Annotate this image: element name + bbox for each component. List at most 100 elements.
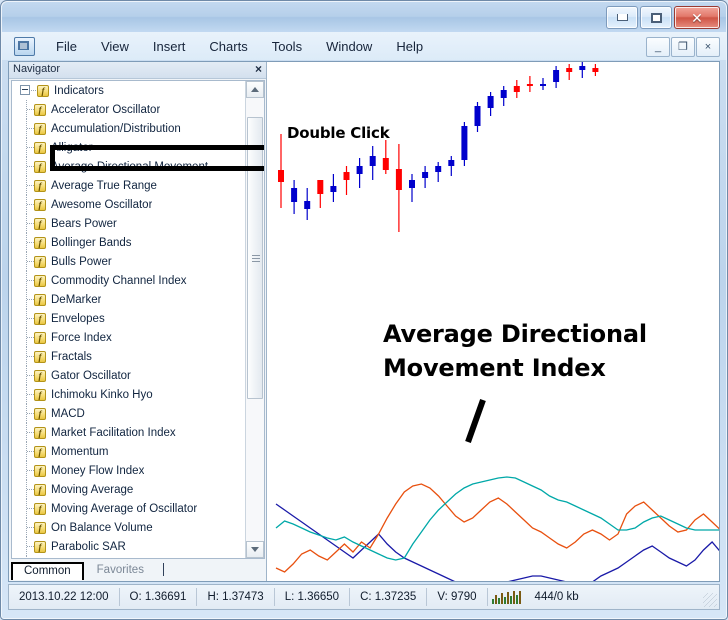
function-icon: f	[34, 256, 46, 268]
tree-scrollbar[interactable]	[245, 81, 264, 558]
tree-item-label: Gator Oscillator	[51, 370, 131, 382]
window-controls: ✕	[606, 6, 720, 29]
collapse-toggle-icon[interactable]	[20, 85, 30, 95]
scroll-up-button[interactable]	[246, 81, 264, 98]
indicator-tree-list: fIndicatorsfAccelerator OscillatorfAccum…	[12, 81, 245, 559]
tree-item-moving-average-of-oscillator[interactable]: fMoving Average of Oscillator	[12, 499, 245, 518]
function-icon: f	[34, 237, 46, 249]
status-divider	[487, 588, 488, 606]
tree-item-parabolic-sar[interactable]: fParabolic SAR	[12, 537, 245, 556]
tree-item-envelopes[interactable]: fEnvelopes	[12, 309, 245, 328]
tree-item-label: Accumulation/Distribution	[51, 123, 181, 135]
tree-item-label: Bulls Power	[51, 256, 112, 268]
resize-grip-icon[interactable]	[703, 593, 717, 607]
navigator-close-icon[interactable]: ×	[255, 62, 262, 77]
tree-item-gator-oscillator[interactable]: f Gator Oscillator	[12, 366, 245, 385]
candlestick-series	[278, 62, 598, 232]
function-icon: f	[34, 389, 46, 401]
tree-item-average-true-range[interactable]: fAverage True Range	[12, 176, 245, 195]
navigator-header: Navigator ×	[9, 62, 266, 79]
navigator-tabs: Common Favorites	[11, 560, 265, 580]
tree-root-label: Indicators	[54, 85, 104, 97]
menu-item-view[interactable]: View	[90, 36, 140, 57]
scrollbar-thumb[interactable]	[247, 117, 263, 399]
window-title-bar: ✕	[2, 2, 726, 32]
close-button[interactable]: ✕	[674, 6, 720, 29]
tree-item-demarker[interactable]: fDeMarker	[12, 290, 245, 309]
function-icon: f	[34, 294, 46, 306]
tab-common[interactable]: Common	[11, 562, 84, 580]
client-area: Navigator × f Indicators fAccelerator Osci…	[8, 61, 720, 582]
menu-item-tools[interactable]: Tools	[261, 36, 313, 57]
menu-item-charts[interactable]: Charts	[198, 36, 258, 57]
function-icon: f	[34, 503, 46, 515]
tree-item-label: Money Flow Index	[51, 465, 144, 477]
tree-item-accumulation-distribution[interactable]: f Accumulation/Distribution	[12, 119, 245, 138]
function-icon: f	[34, 541, 46, 553]
function-icon: f	[34, 123, 46, 135]
status-transfer: 444/0 kb	[525, 588, 589, 606]
function-icon: f	[34, 370, 46, 382]
tree-item-label: On Balance Volume	[51, 522, 153, 534]
minimize-button[interactable]	[606, 6, 638, 29]
mdi-minimize-button[interactable]: _	[646, 37, 670, 57]
status-close: C: 1.37235	[350, 588, 426, 606]
close-icon: ✕	[691, 11, 703, 25]
function-icon: f	[34, 142, 46, 154]
adx-line	[276, 477, 719, 560]
indicator-tree[interactable]: fIndicatorsfAccelerator OscillatorfAccum…	[11, 80, 265, 559]
tree-item-relative-strength-index[interactable]: fRelative Strength Index	[12, 556, 245, 559]
function-icon: f	[34, 446, 46, 458]
tree-item-momentum[interactable]: f Momentum	[12, 442, 245, 461]
function-icon: f	[34, 408, 46, 420]
function-icon: f	[34, 104, 46, 116]
status-open: O: 1.36691	[120, 588, 197, 606]
metatrader-logo-icon	[14, 37, 35, 56]
menu-item-window[interactable]: Window	[315, 36, 383, 57]
maximize-icon	[651, 13, 662, 23]
scroll-down-button[interactable]	[246, 541, 264, 558]
tree-item-accelerator-oscillator[interactable]: fAccelerator Oscillator	[12, 100, 245, 119]
status-datetime: 2013.10.22 12:00	[9, 588, 119, 606]
tab-caret	[163, 563, 164, 576]
maximize-button[interactable]	[640, 6, 672, 29]
tab-favorites[interactable]: Favorites	[84, 561, 157, 580]
chevron-up-icon	[251, 87, 259, 92]
menu-bar: File View Insert Charts Tools Window Hel…	[2, 32, 726, 60]
tree-item-commodity-channel-index[interactable]: fCommodity Channel Index	[12, 271, 245, 290]
tree-item-fractals[interactable]: fFractals	[12, 347, 245, 366]
tree-item-money-flow-index[interactable]: fMoney Flow Index	[12, 461, 245, 480]
function-icon: f	[34, 313, 46, 325]
tree-item-bulls-power[interactable]: f Bulls Power	[12, 252, 245, 271]
menu-item-help[interactable]: Help	[385, 36, 434, 57]
tree-item-ichimoku-kinko-hyo[interactable]: fIchimoku Kinko Hyo	[12, 385, 245, 404]
tree-item-label: Momentum	[51, 446, 109, 458]
chart-pane[interactable]: Double Click Average Directional Movemen…	[268, 62, 719, 581]
tree-item-label: Fractals	[51, 351, 92, 363]
mdi-restore-button[interactable]: ❐	[671, 37, 695, 57]
tree-item-label: Bollinger Bands	[51, 237, 132, 249]
menu-item-insert[interactable]: Insert	[142, 36, 197, 57]
tree-item-average-directional-movement[interactable]: fAverage Directional Movement	[12, 157, 245, 176]
function-icon: f	[34, 484, 46, 496]
chevron-down-icon	[251, 547, 259, 552]
tree-item-macd[interactable]: fMACD	[12, 404, 245, 423]
tree-item-on-balance-volume[interactable]: fOn Balance Volume	[12, 518, 245, 537]
tree-item-bollinger-bands[interactable]: f Bollinger Bands	[12, 233, 245, 252]
tree-item-market-facilitation-index[interactable]: fMarket Facilitation Index	[12, 423, 245, 442]
navigator-panel: Navigator × f Indicators fAccelerator Osci…	[9, 62, 267, 581]
tree-item-label: Bears Power	[51, 218, 117, 230]
annotation-pointer-icon	[461, 398, 491, 446]
tree-root-indicators[interactable]: f Indicators	[12, 81, 245, 100]
tree-item-alligator[interactable]: fAlligator	[12, 138, 245, 157]
menu-item-file[interactable]: File	[45, 36, 88, 57]
status-high: H: 1.37473	[197, 588, 273, 606]
mdi-close-button[interactable]: ×	[696, 37, 720, 57]
tree-item-bears-power[interactable]: fBears Power	[12, 214, 245, 233]
tree-item-force-index[interactable]: fForce Index	[12, 328, 245, 347]
tree-item-moving-average[interactable]: fMoving Average	[12, 480, 245, 499]
status-volume: V: 9790	[427, 588, 486, 606]
function-icon: f	[37, 85, 49, 97]
status-bar: 2013.10.22 12:00 O: 1.36691 H: 1.37473 L…	[8, 584, 720, 610]
tree-item-awesome-oscillator[interactable]: fAwesome Oscillator	[12, 195, 245, 214]
